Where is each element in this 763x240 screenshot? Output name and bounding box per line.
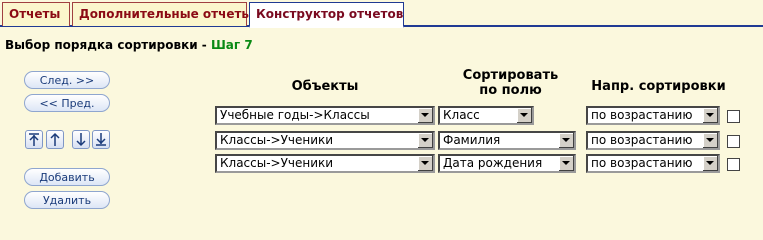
chevron-down-icon [702,108,718,123]
chevron-down-icon [702,156,718,171]
sort-field-select-row-1-value: Класс [443,108,480,122]
object-select-row-1[interactable]: Учебные годы->Классы [215,106,435,125]
delete-button[interactable]: Удалить [24,191,110,209]
object-select-row-3[interactable]: Классы->Ученики [215,154,435,173]
chevron-down-icon [702,133,718,148]
prev-button[interactable]: << Пред. [24,94,110,112]
chevron-down-icon [516,108,532,123]
add-button[interactable]: Добавить [24,168,110,186]
tab-additional-reports[interactable]: Дополнительные отчеты [72,2,252,26]
direction-select-row-1-value: по возрастанию [591,108,693,122]
direction-select-row-2[interactable]: по возрастанию [586,131,720,150]
arrow-down-icon [76,133,86,147]
move-to-bottom-button[interactable] [92,130,110,149]
tab-reports[interactable]: Отчеты [2,2,70,26]
direction-select-row-1[interactable]: по возрастанию [586,106,720,125]
chevron-down-icon [558,133,574,148]
chevron-down-icon [417,156,433,171]
chevron-down-icon [558,156,574,171]
column-header-sort-field-line2: по полю [479,83,542,98]
move-down-button[interactable] [72,130,90,149]
object-select-row-3-value: Классы->Ученики [220,156,334,170]
sort-field-select-row-1[interactable]: Класс [438,106,534,125]
arrow-up-icon [50,132,60,146]
sort-field-select-row-3-value: Дата рождения [443,156,543,170]
sort-field-select-row-2-value: Фамилия [443,133,501,147]
next-button[interactable]: След. >> [24,71,110,89]
direction-select-row-3-value: по возрастанию [591,156,693,170]
column-header-sort-field: Сортировать по полю [438,68,583,98]
object-select-row-2[interactable]: Классы->Ученики [215,131,435,150]
row-3-checkbox[interactable] [727,158,740,171]
page-title-text: Выбор порядка сортировки - [5,38,211,52]
tab-report-builder[interactable]: Конструктор отчетов [249,2,404,28]
chevron-down-icon [417,133,433,148]
row-2-checkbox[interactable] [727,135,740,148]
sort-field-select-row-3[interactable]: Дата рождения [438,154,576,173]
direction-select-row-3[interactable]: по возрастанию [586,154,720,173]
chevron-down-icon [417,108,433,123]
column-header-objects: Объекты [291,79,359,94]
move-to-top-button[interactable] [25,130,43,149]
object-select-row-2-value: Классы->Ученики [220,133,334,147]
arrow-to-bottom-icon [96,133,106,146]
move-up-button[interactable] [46,130,64,149]
step-indicator: Шаг 7 [210,38,253,52]
arrow-to-top-icon [29,133,39,146]
row-1-checkbox[interactable] [727,110,740,123]
sort-field-select-row-2[interactable]: Фамилия [438,131,576,150]
column-header-sort-field-line1: Сортировать [462,68,559,83]
direction-select-row-2-value: по возрастанию [591,133,693,147]
page-title: Выбор порядка сортировки - Шаг 7 [5,38,253,52]
object-select-row-1-value: Учебные годы->Классы [220,108,370,122]
column-header-direction: Напр. сортировки [591,79,726,94]
tab-bar: Отчеты Дополнительные отчеты Конструктор… [0,0,763,28]
